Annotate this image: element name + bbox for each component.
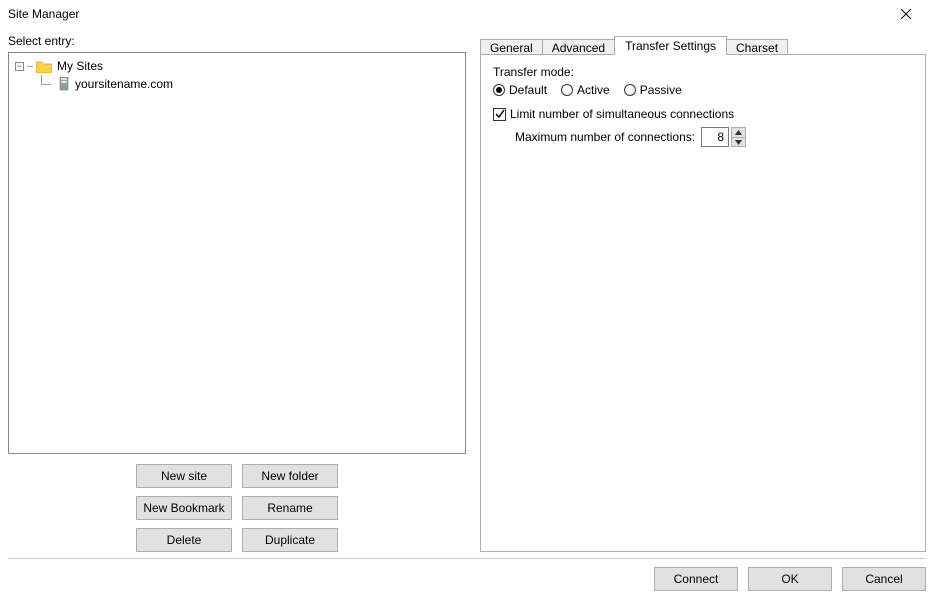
tree-root-label: My Sites: [55, 59, 105, 73]
spinner-down-button[interactable]: [731, 137, 746, 147]
transfer-settings-panel: Transfer mode: Default Active Passive: [480, 54, 926, 552]
tab-transfer-settings[interactable]: Transfer Settings: [614, 36, 727, 55]
max-connections-input[interactable]: [701, 127, 729, 147]
spinner-up-button[interactable]: [731, 127, 746, 137]
tree-item-row[interactable]: yoursitename.com: [33, 75, 463, 93]
radio-passive-label: Passive: [640, 83, 682, 97]
radio-icon: [624, 84, 636, 96]
radio-icon: [561, 84, 573, 96]
limit-connections-label: Limit number of simultaneous connections: [510, 107, 734, 121]
new-folder-button[interactable]: New folder: [242, 464, 338, 488]
radio-active-label: Active: [577, 83, 610, 97]
new-bookmark-button[interactable]: New Bookmark: [136, 496, 232, 520]
chevron-down-icon: [735, 140, 742, 145]
radio-active[interactable]: Active: [561, 83, 610, 97]
tree-branch-icon: [37, 75, 55, 93]
tree-item-label: yoursitename.com: [73, 77, 175, 91]
folder-icon: [36, 59, 52, 73]
max-connections-row: Maximum number of connections:: [515, 127, 913, 147]
new-site-button[interactable]: New site: [136, 464, 232, 488]
expander-minus-icon[interactable]: −: [15, 62, 24, 71]
site-action-buttons: New site New folder New Bookmark Rename …: [8, 464, 466, 552]
max-connections-label: Maximum number of connections:: [515, 130, 695, 144]
site-tree[interactable]: − My Sites: [8, 52, 466, 454]
title-bar: Site Manager: [0, 0, 934, 28]
radio-passive[interactable]: Passive: [624, 83, 682, 97]
transfer-mode-label: Transfer mode:: [493, 65, 913, 79]
tree-connector: [27, 66, 33, 67]
server-icon: [58, 77, 70, 91]
tab-strip: General Advanced Transfer Settings Chars…: [480, 32, 926, 54]
close-button[interactable]: [886, 0, 926, 28]
radio-default-label: Default: [509, 83, 547, 97]
checkbox-icon: [493, 108, 506, 121]
connect-button[interactable]: Connect: [654, 567, 738, 591]
radio-default[interactable]: Default: [493, 83, 547, 97]
radio-icon: [493, 84, 505, 96]
left-panel: Select entry: − My Sites: [8, 32, 466, 552]
dialog-footer: Connect OK Cancel: [8, 558, 926, 591]
ok-button[interactable]: OK: [748, 567, 832, 591]
transfer-mode-radios: Default Active Passive: [493, 83, 913, 97]
chevron-up-icon: [735, 130, 742, 135]
close-icon: [901, 9, 911, 19]
tree-root-row[interactable]: − My Sites: [11, 57, 463, 75]
select-entry-label: Select entry:: [8, 34, 466, 48]
duplicate-button[interactable]: Duplicate: [242, 528, 338, 552]
window-title: Site Manager: [8, 7, 79, 21]
cancel-button[interactable]: Cancel: [842, 567, 926, 591]
delete-button[interactable]: Delete: [136, 528, 232, 552]
max-connections-spinner: [701, 127, 746, 147]
limit-connections-checkbox[interactable]: Limit number of simultaneous connections: [493, 107, 913, 121]
rename-button[interactable]: Rename: [242, 496, 338, 520]
right-panel: General Advanced Transfer Settings Chars…: [466, 32, 926, 552]
